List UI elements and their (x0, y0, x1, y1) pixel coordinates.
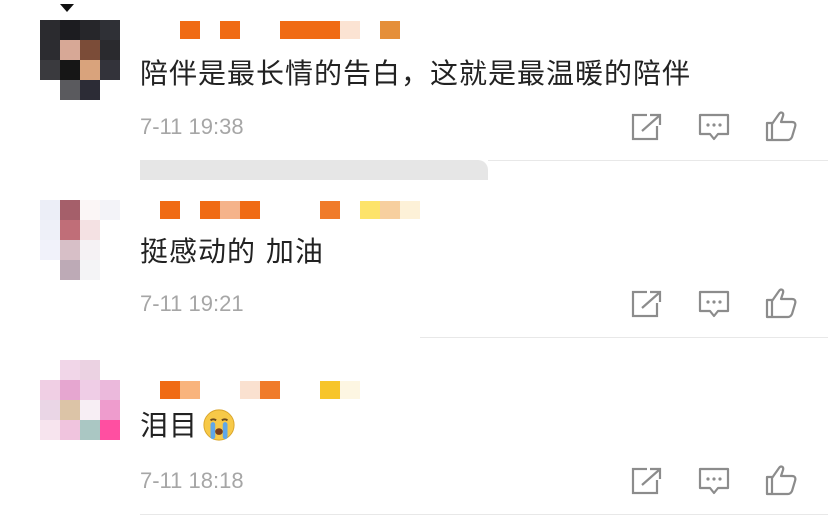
username[interactable] (160, 200, 420, 220)
avatar[interactable] (40, 360, 120, 440)
thumbs-up-icon (765, 111, 797, 142)
comment-time: 7-11 19:21 (140, 291, 244, 316)
comment-icon (698, 290, 730, 318)
share-icon (631, 466, 664, 495)
avatar[interactable] (40, 20, 120, 100)
thumbs-up-icon (765, 288, 797, 319)
share-icon (631, 289, 664, 318)
share-button[interactable] (630, 289, 664, 319)
share-icon (631, 112, 664, 141)
comment-text-content: 泪目 (140, 409, 199, 442)
share-button[interactable] (630, 466, 664, 496)
comment-button[interactable] (697, 466, 731, 496)
divider-line (420, 337, 828, 338)
comment-button[interactable] (697, 289, 731, 319)
comment-text: 陪伴是最长情的告白，这就是最温暖的陪伴 (140, 57, 692, 90)
username[interactable] (160, 20, 400, 40)
crying-face-icon (203, 409, 235, 441)
like-button[interactable] (764, 287, 798, 319)
comment-button[interactable] (697, 112, 731, 142)
comment-time: 7-11 19:38 (140, 114, 244, 139)
comment-icon (698, 113, 730, 141)
comment-text: 泪目 (140, 404, 236, 444)
avatar[interactable] (40, 200, 120, 280)
comment-time: 7-11 18:18 (140, 468, 244, 493)
divider-line (488, 160, 828, 161)
section-divider (140, 160, 488, 180)
comment-text: 挺感动的 加油 (140, 235, 324, 268)
like-button[interactable] (764, 110, 798, 142)
divider-line (140, 514, 828, 515)
like-button[interactable] (764, 464, 798, 496)
username[interactable] (160, 380, 360, 400)
comment-icon (698, 467, 730, 495)
dropdown-pointer-icon (60, 4, 74, 12)
share-button[interactable] (630, 112, 664, 142)
thumbs-up-icon (765, 465, 797, 496)
